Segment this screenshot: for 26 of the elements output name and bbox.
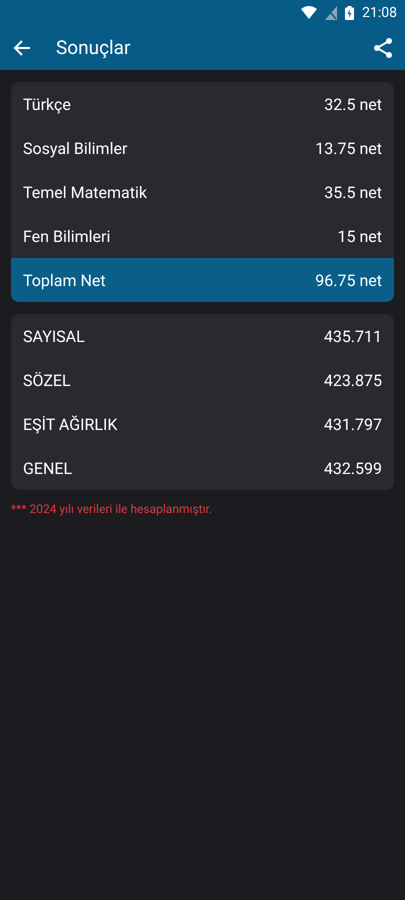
row-label: Fen Bilimleri (23, 226, 110, 246)
row-value: 432.599 (324, 458, 382, 478)
row-value: 423.875 (324, 370, 382, 390)
row-label: Toplam Net (23, 270, 106, 290)
row-value: 431.797 (324, 414, 382, 434)
row-value: 96.75 net (315, 270, 382, 290)
row-label: GENEL (23, 458, 72, 478)
no-signal-icon (325, 6, 338, 20)
row-value: 13.75 net (315, 138, 382, 158)
row-value: 32.5 net (324, 94, 382, 114)
screen-title: Sonuçlar (56, 36, 132, 59)
footnote: *** 2024 yılı verileri ile hesaplanmıştır. (11, 502, 214, 516)
row-value: 35.5 net (324, 182, 382, 202)
row-label: Sosyal Bilimler (23, 138, 128, 158)
clock-time: 21:08 (362, 4, 397, 20)
wifi-icon (301, 6, 318, 19)
row-value: 15 net (337, 226, 382, 246)
row-label: Temel Matematik (23, 182, 147, 202)
share-icon[interactable] (373, 38, 393, 58)
battery-charging-icon (345, 6, 354, 20)
row-value: 435.711 (324, 326, 382, 346)
back-arrow-icon[interactable] (12, 38, 32, 58)
row-label: SAYISAL (23, 326, 85, 346)
row-label: SÖZEL (23, 370, 71, 390)
row-label: EŞİT AĞIRLIK (23, 414, 118, 434)
row-label: Türkçe (23, 94, 71, 114)
